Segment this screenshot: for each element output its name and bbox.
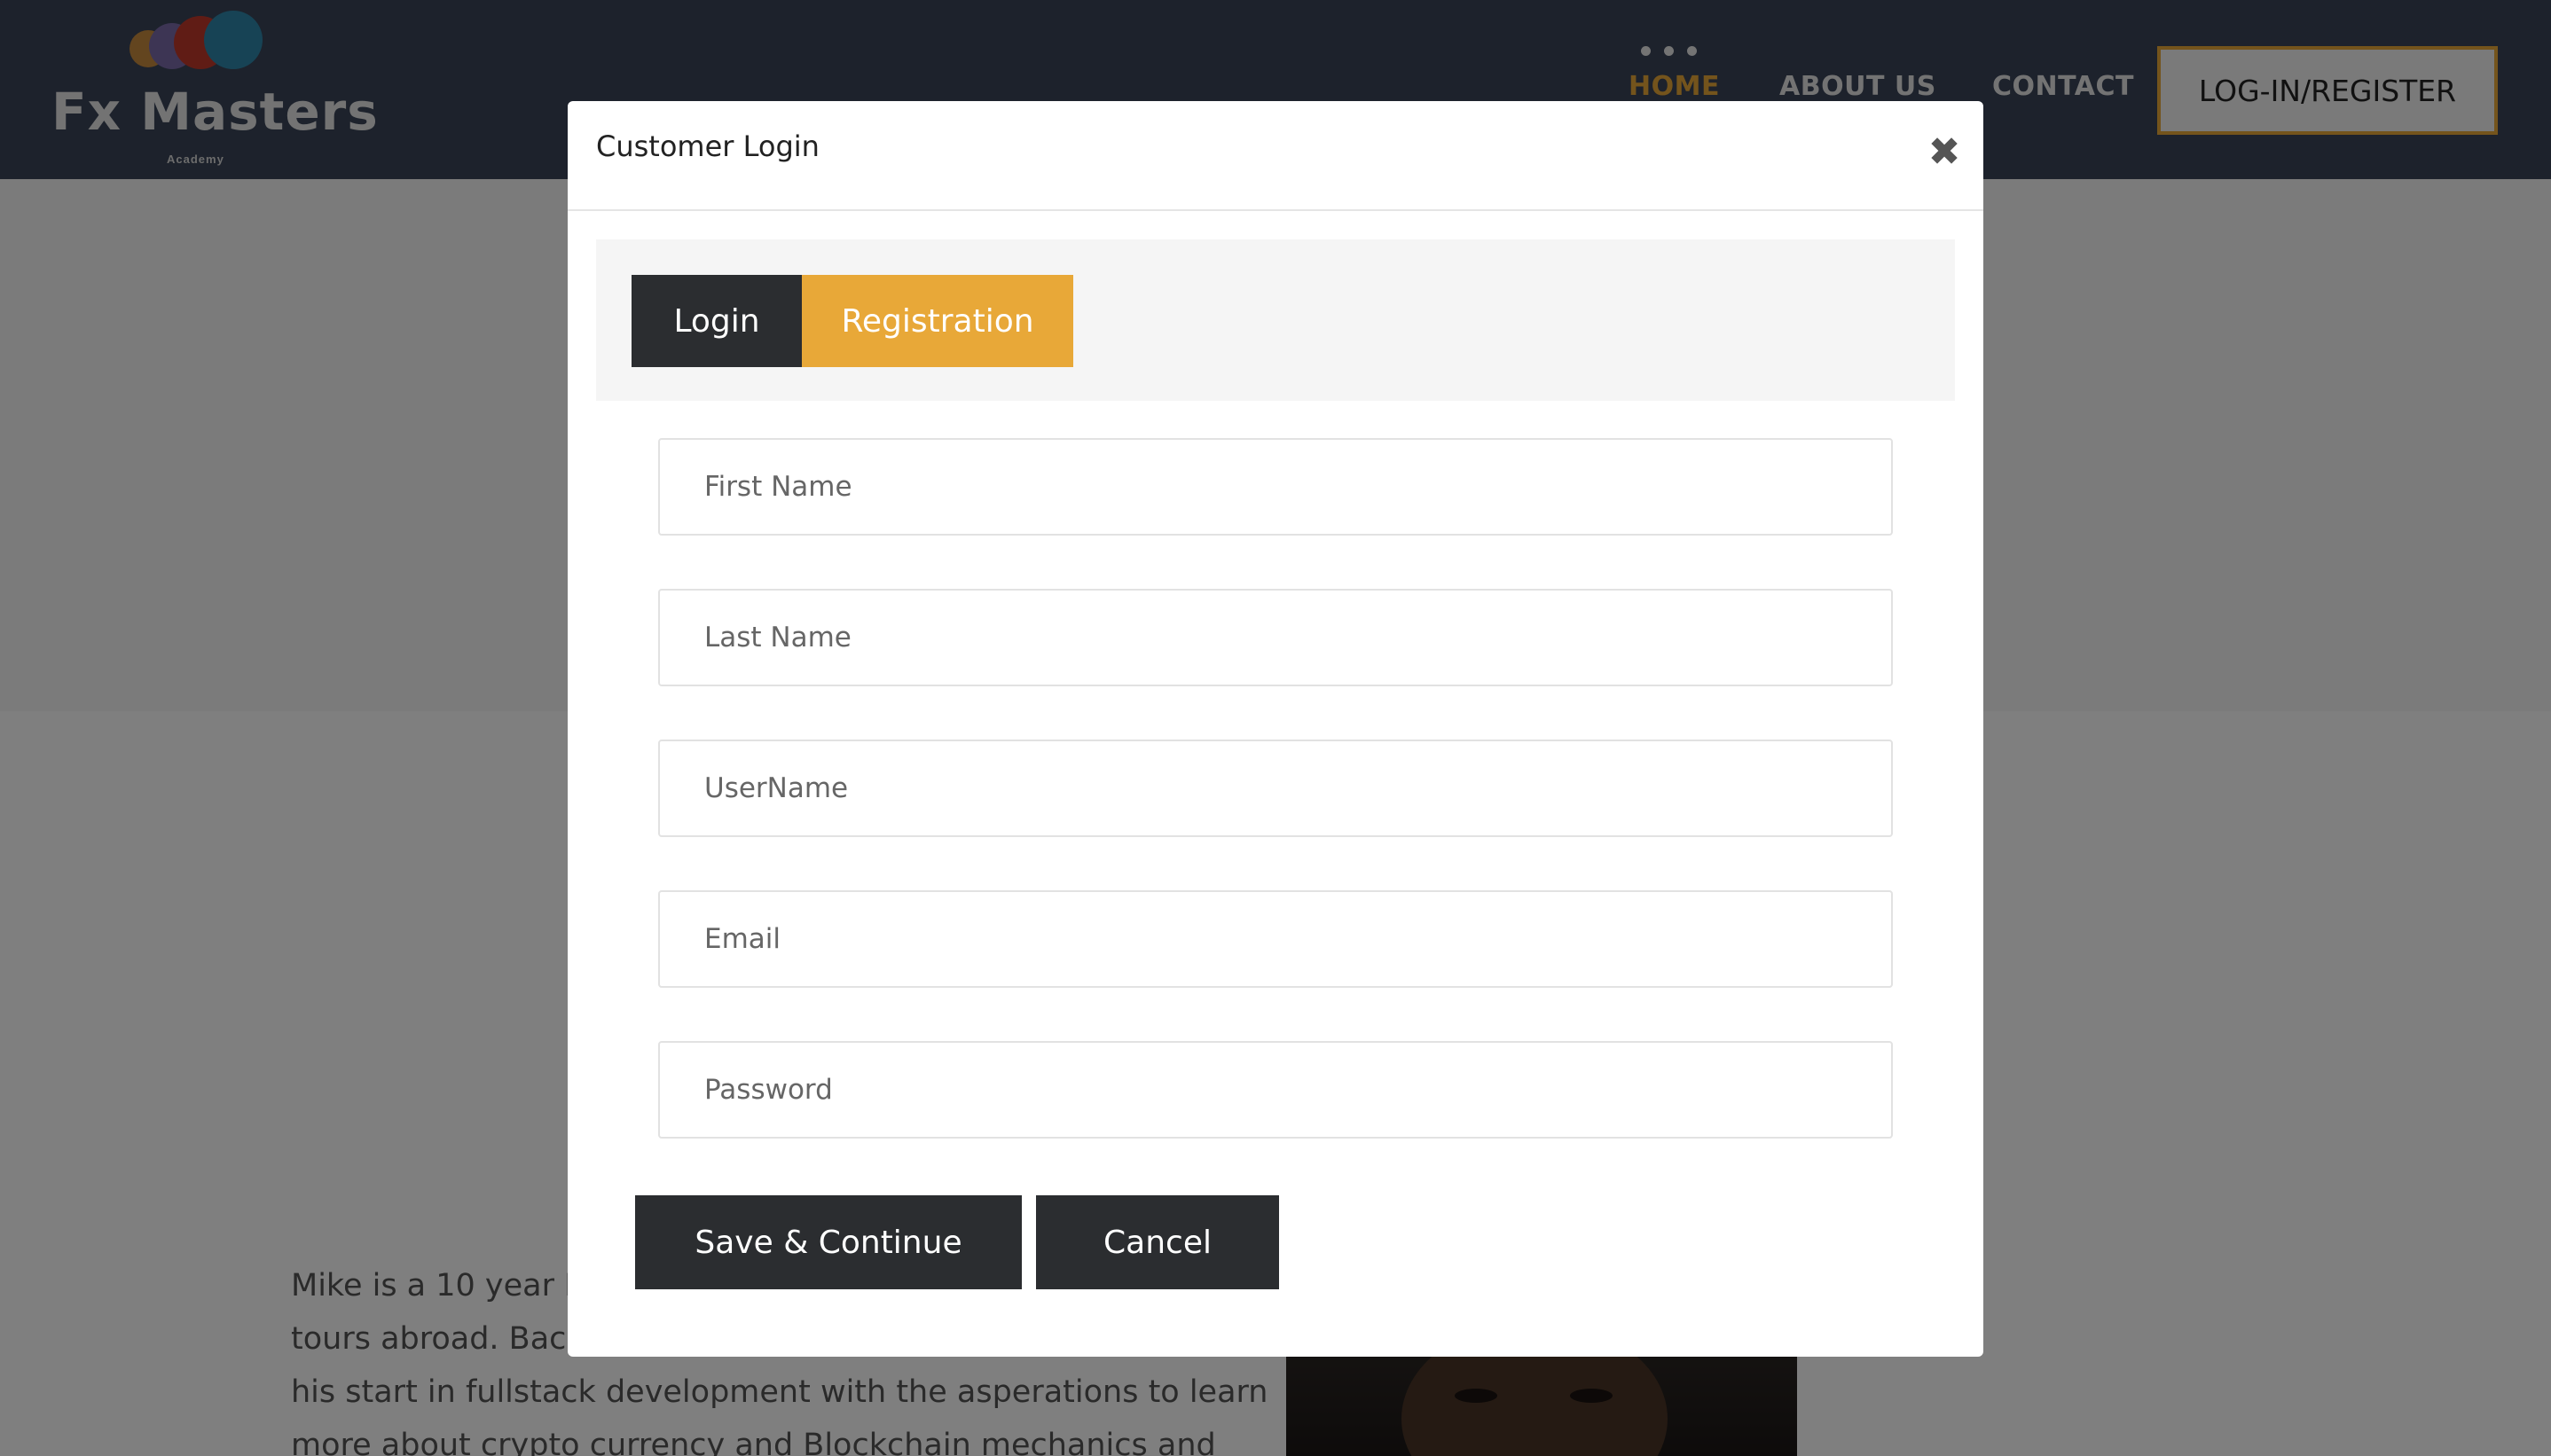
close-icon[interactable]: ✖ <box>1925 133 1964 172</box>
customer-login-modal: Customer Login ✖ Login Registration <box>568 101 1983 1357</box>
modal-title: Customer Login <box>596 129 820 163</box>
tab-registration[interactable]: Registration <box>802 275 1073 367</box>
modal-header: Customer Login ✖ <box>568 101 1983 211</box>
first-name-field[interactable] <box>658 438 1893 536</box>
tab-login[interactable]: Login <box>632 275 802 367</box>
username-field[interactable] <box>658 740 1893 837</box>
password-field[interactable] <box>658 1041 1893 1139</box>
last-name-field[interactable] <box>658 589 1893 686</box>
tab-bar: Login Registration <box>596 239 1955 401</box>
email-field[interactable] <box>658 890 1893 988</box>
save-continue-button[interactable]: Save & Continue <box>635 1195 1022 1289</box>
cancel-button[interactable]: Cancel <box>1036 1195 1279 1289</box>
